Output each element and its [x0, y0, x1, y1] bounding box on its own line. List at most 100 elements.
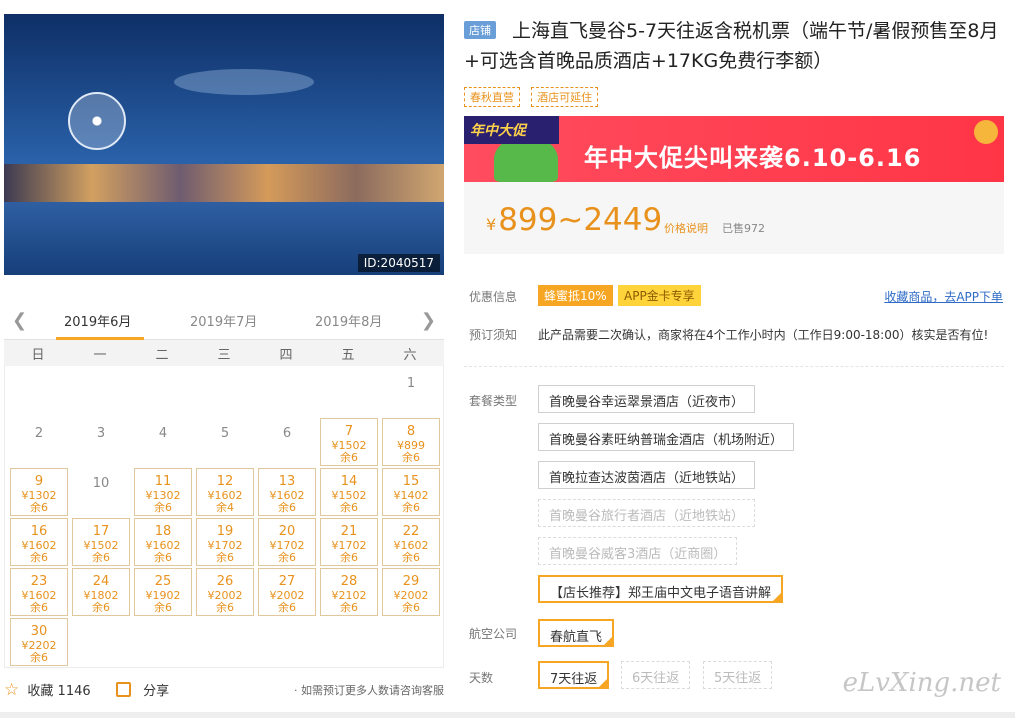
month-tab-august[interactable]: 2019年8月	[315, 311, 382, 330]
calendar-day[interactable]: 15 ¥1402 余6	[382, 468, 440, 516]
month-tab-july[interactable]: 2019年7月	[190, 311, 257, 330]
calendar-day[interactable]: 9 ¥1302 余6	[10, 468, 68, 516]
coupon-honey: 蜂蜜抵10%	[538, 285, 613, 306]
day-number: 22	[402, 524, 420, 539]
share-button[interactable]: 分享	[116, 680, 169, 699]
day-number: 9	[34, 474, 44, 489]
calendar-day: 3	[72, 418, 130, 466]
calendar-day[interactable]: 13 ¥1602 余6	[258, 468, 316, 516]
calendar-day[interactable]: 29 ¥2002 余6	[382, 568, 440, 616]
calendar-grid: 1 2 3 4 5 6 7 ¥1502 余6 8 ¥899 余6 9 ¥1302 余6 10 11 ¥1302 余6…	[4, 366, 444, 668]
favorite-button[interactable]: ☆ 收藏 1146	[4, 680, 91, 700]
ferris-wheel	[68, 92, 126, 150]
share-icon	[116, 682, 131, 697]
favorite-app-link[interactable]: 收藏商品，去APP下单	[884, 288, 1003, 305]
promo-banner[interactable]: 年中大促 年中大促尖叫来袭6.10-6.16	[464, 116, 1004, 182]
day-remaining: 余6	[216, 601, 234, 614]
product-badges: 春秋直营 酒店可延住	[464, 86, 604, 107]
calendar-day[interactable]: 18 ¥1602 余6	[134, 518, 192, 566]
coupon-app-gold: APP金卡专享	[618, 285, 701, 306]
day-number: 18	[154, 524, 172, 539]
calendar-day[interactable]: 21 ¥1702 余6	[320, 518, 378, 566]
badge-direct: 春秋直营	[464, 87, 520, 107]
day-remaining: 余6	[340, 551, 358, 564]
flower-decoration	[974, 120, 998, 144]
calendar-day[interactable]: 20 ¥1702 余6	[258, 518, 316, 566]
weekday-2: 二	[155, 348, 169, 363]
calendar-day[interactable]: 27 ¥2002 余6	[258, 568, 316, 616]
calendar-day: 6	[258, 418, 316, 466]
calendar-day[interactable]: 30 ¥2202 余6	[10, 618, 68, 666]
package-option[interactable]: 首晚拉查达波茵酒店（近地铁站）	[538, 461, 756, 489]
product-title: 上海直飞曼谷5-7天往返含税机票（端午节/暑假预售至8月+可选含首晚品质酒店+1…	[464, 20, 999, 72]
price-currency: ¥	[486, 215, 497, 234]
airline-option[interactable]: 春航直飞	[538, 619, 615, 647]
days-option[interactable]: 7天往返	[538, 661, 610, 689]
day-number: 29	[402, 574, 420, 589]
package-label: 套餐类型	[469, 394, 518, 408]
calendar-day: 2	[10, 418, 68, 466]
day-number: 26	[216, 574, 234, 589]
calendar-day[interactable]: 26 ¥2002 余6	[196, 568, 254, 616]
day-remaining: 余6	[92, 551, 110, 564]
days-option: 5天往返	[703, 661, 773, 689]
favorite-label: 收藏	[27, 684, 54, 699]
day-number: 16	[30, 524, 48, 539]
riverfront-buildings	[4, 164, 444, 204]
weekday-0: 日	[31, 348, 45, 363]
day-remaining: 余6	[30, 551, 48, 564]
day-number: 17	[92, 524, 110, 539]
calendar-day[interactable]: 23 ¥1602 余6	[10, 568, 68, 616]
day-number: 28	[340, 574, 358, 589]
day-remaining: 余4	[216, 501, 234, 514]
share-label: 分享	[143, 684, 170, 699]
day-remaining: 余6	[278, 501, 296, 514]
image-id-label: ID:2040517	[357, 254, 440, 272]
calendar-day[interactable]: 7 ¥1502 余6	[320, 418, 378, 466]
chevron-left-icon[interactable]: ❮	[12, 310, 27, 331]
day-number: 30	[30, 624, 48, 639]
calendar-day[interactable]: 14 ¥1502 余6	[320, 468, 378, 516]
calendar-day[interactable]: 8 ¥899 余6	[382, 418, 440, 466]
price-explanation-link[interactable]: 价格说明	[664, 220, 708, 236]
calendar-day[interactable]: 19 ¥1702 余6	[196, 518, 254, 566]
calendar-day[interactable]: 11 ¥1302 余6	[134, 468, 192, 516]
promo-tag: 年中大促	[464, 116, 559, 144]
day-remaining: 余6	[402, 551, 420, 564]
package-option[interactable]: 【店长推荐】郑王庙中文电子语音讲解	[538, 575, 784, 603]
day-number: 21	[340, 524, 358, 539]
package-option[interactable]: 首晚曼谷幸运翠景酒店（近夜市）	[538, 385, 756, 413]
chevron-right-icon[interactable]: ❯	[421, 310, 436, 331]
sold-count: 已售972	[722, 222, 765, 235]
calendar-day[interactable]: 25 ¥1902 余6	[134, 568, 192, 616]
calendar-day[interactable]: 12 ¥1602 余4	[196, 468, 254, 516]
package-option[interactable]: 首晚曼谷素旺纳普瑞金酒店（机场附近）	[538, 423, 795, 451]
day-number: 12	[216, 474, 234, 489]
calendar-month-bar: ❮ 2019年6月 2019年7月 2019年8月 ❯	[4, 302, 444, 340]
day-number: 7	[344, 424, 354, 439]
day-remaining: 余6	[30, 601, 48, 614]
calendar-day[interactable]: 22 ¥1602 余6	[382, 518, 440, 566]
calendar-day[interactable]: 24 ¥1802 余6	[72, 568, 130, 616]
product-image[interactable]: ID:2040517	[4, 14, 444, 275]
price-bar: ¥899~2449 价格说明 已售972	[464, 182, 1004, 254]
airline-label: 航空公司	[469, 627, 518, 641]
day-remaining: 余6	[30, 651, 48, 664]
day-remaining: 余6	[278, 601, 296, 614]
month-tab-june[interactable]: 2019年6月	[64, 311, 131, 330]
calendar-day[interactable]: 16 ¥1602 余6	[10, 518, 68, 566]
group-booking-note: · 如需预订更多人数请咨询客服	[294, 684, 444, 697]
weekday-3: 三	[217, 348, 231, 363]
day-number: 23	[30, 574, 48, 589]
calendar-day[interactable]: 28 ¥2102 余6	[320, 568, 378, 616]
weekday-1: 一	[93, 348, 107, 363]
day-number: 10	[92, 476, 110, 491]
day-number: 20	[278, 524, 296, 539]
day-number: 1	[406, 376, 416, 391]
day-number: 24	[92, 574, 110, 589]
promo-text: 年中大促尖叫来袭6.10-6.16	[584, 144, 922, 172]
watermark: eLvXing.net	[842, 668, 1001, 698]
day-remaining: 余6	[154, 551, 172, 564]
day-remaining: 余6	[340, 601, 358, 614]
calendar-day[interactable]: 17 ¥1502 余6	[72, 518, 130, 566]
